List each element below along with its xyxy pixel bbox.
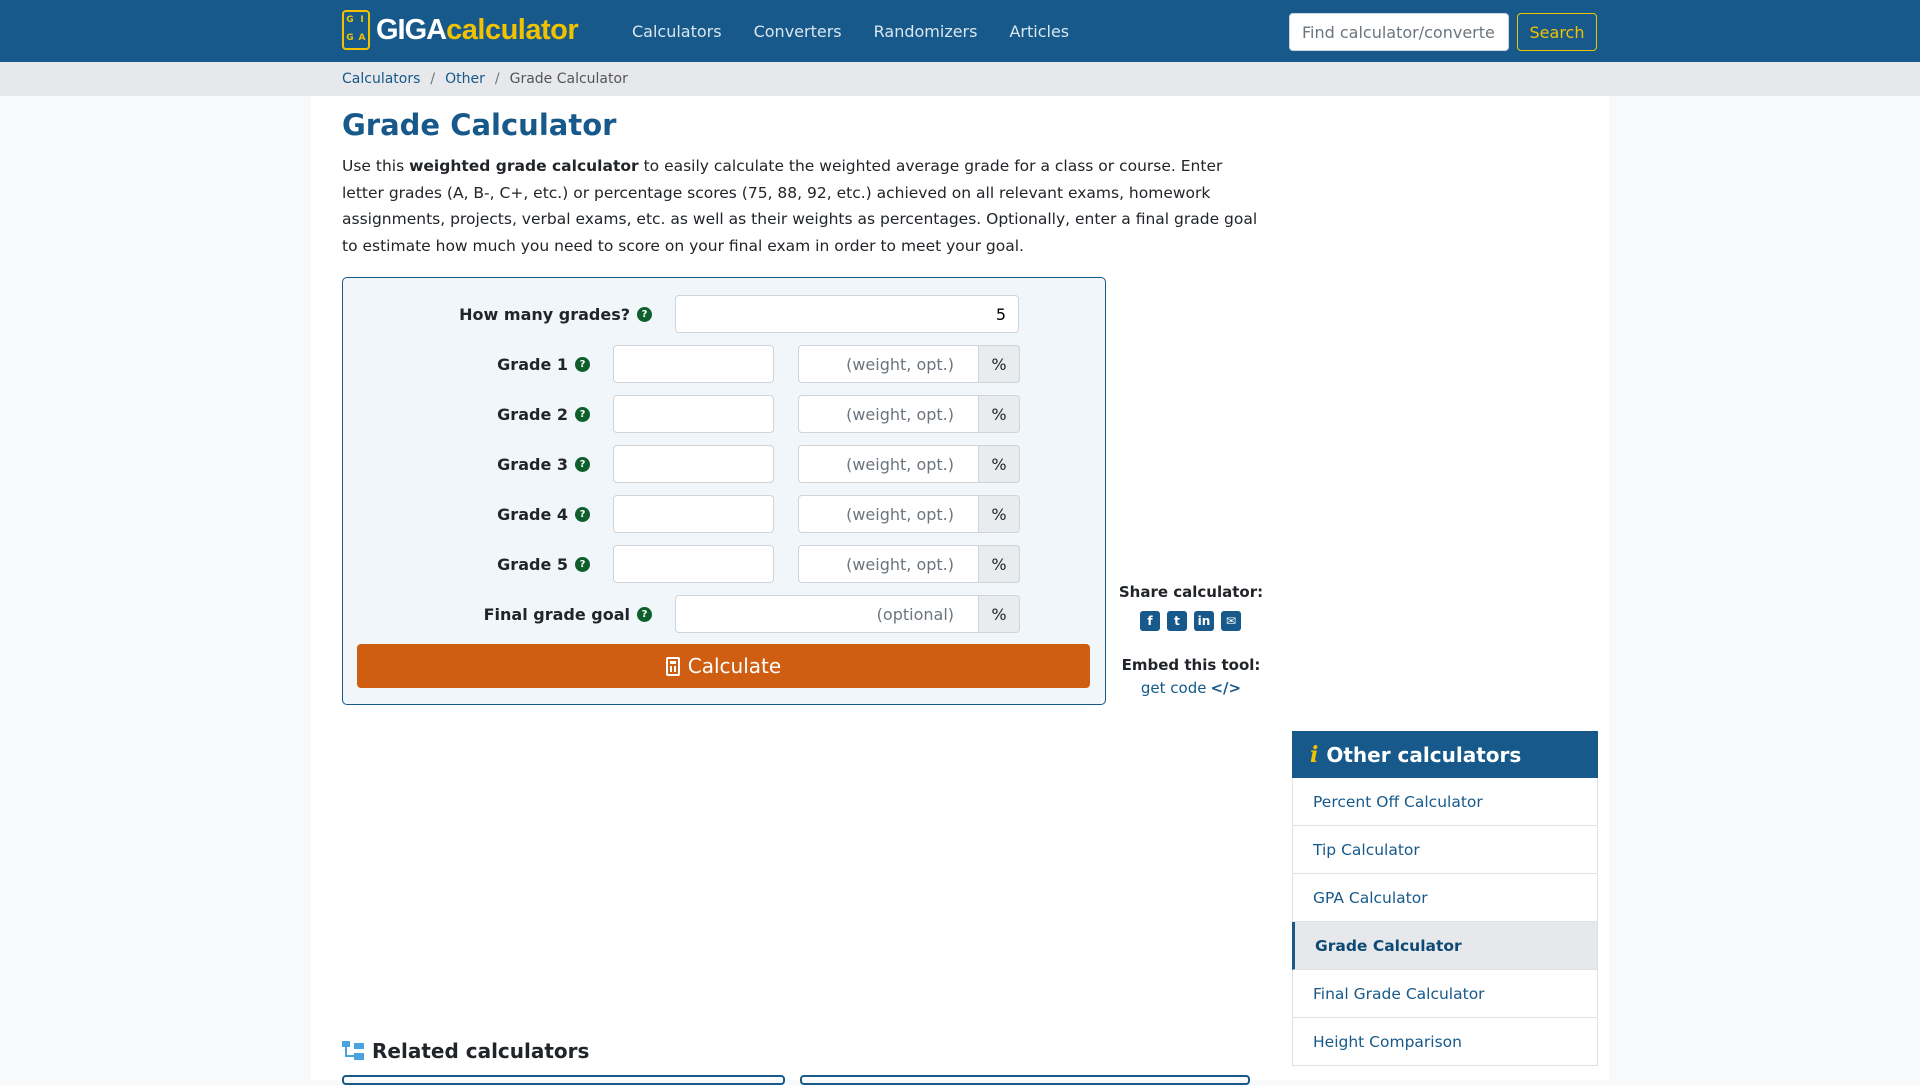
share-label: Share calculator: <box>1118 583 1264 601</box>
logo-letter: A <box>358 33 366 43</box>
grade-5-weight-input[interactable] <box>798 545 979 583</box>
other-calculators-list: Percent Off Calculator Tip Calculator GP… <box>1292 778 1598 1066</box>
grade-count-input[interactable] <box>675 295 1019 333</box>
top-navbar: G I G A GIGA calculator Calculators Conve… <box>0 0 1920 62</box>
grade-5-label: Grade 5 ? <box>497 545 590 583</box>
logo-calculator-icon: G I G A <box>342 10 370 50</box>
email-icon[interactable]: ✉ <box>1221 611 1241 631</box>
grade-2-label: Grade 2 ? <box>497 395 590 433</box>
sidebar-item-grade[interactable]: Grade Calculator <box>1292 922 1598 970</box>
grade-2-weight-input[interactable] <box>798 395 979 433</box>
intro-bold-text: weighted grade calculator <box>409 157 639 175</box>
help-icon[interactable]: ? <box>575 406 590 422</box>
get-code-text: get code <box>1140 679 1207 697</box>
help-icon[interactable]: ? <box>575 456 590 472</box>
calculator-icon <box>665 656 680 676</box>
nav-converters[interactable]: Converters <box>754 22 842 41</box>
grade-1-input[interactable] <box>613 345 774 383</box>
other-calculators-title: Other calculators <box>1326 742 1522 767</box>
calculator-form: How many grades? ? Grade 1 ? % Grade 2 ?… <box>342 277 1106 705</box>
logo-letter: G <box>346 15 354 25</box>
grade-label-text: Grade 5 <box>497 554 568 574</box>
intro-text: Use this <box>342 157 410 175</box>
share-icons: f t in ✉ <box>1140 611 1241 631</box>
search-input[interactable] <box>1289 13 1509 51</box>
help-icon[interactable]: ? <box>637 306 652 322</box>
linkedin-icon[interactable]: in <box>1194 611 1214 631</box>
calculate-label: Calculate <box>687 654 782 678</box>
grade-label-text: Grade 1 <box>497 354 568 374</box>
grade-2-input[interactable] <box>613 395 774 433</box>
grade-1-weight-input[interactable] <box>798 345 979 383</box>
grade-label-text: Grade 2 <box>497 404 568 424</box>
related-calculators-heading: Related calculators <box>342 1039 589 1063</box>
logo-letter: I <box>360 15 364 25</box>
grade-5-input[interactable] <box>613 545 774 583</box>
sitemap-icon <box>342 1041 364 1061</box>
breadcrumb-bar: Calculators / Other / Grade Calculator <box>0 62 1920 96</box>
sidebar-item-height-comparison[interactable]: Height Comparison <box>1292 1018 1598 1066</box>
search-button[interactable]: Search <box>1517 13 1597 51</box>
breadcrumb-separator: / <box>430 71 436 87</box>
grade-count-label: How many grades? ? <box>459 295 652 333</box>
related-calculators-title: Related calculators <box>372 1039 590 1063</box>
grade-label-text: Grade 3 <box>497 454 568 474</box>
related-card[interactable] <box>800 1075 1250 1085</box>
calculate-button[interactable]: Calculate <box>357 644 1090 688</box>
percent-addon: % <box>979 345 1020 383</box>
breadcrumb: Calculators / Other / Grade Calculator <box>342 62 628 96</box>
nav-calculators[interactable]: Calculators <box>632 22 722 41</box>
grade-4-input[interactable] <box>613 495 774 533</box>
grade-4-label: Grade 4 ? <box>497 495 590 533</box>
percent-addon: % <box>979 545 1020 583</box>
percent-addon: % <box>979 495 1020 533</box>
embed-label: Embed this tool: <box>1121 656 1261 674</box>
logo-giga-text: GIGA <box>376 13 447 46</box>
twitter-icon[interactable]: t <box>1167 611 1187 631</box>
facebook-icon[interactable]: f <box>1140 611 1160 631</box>
page-intro: Use this weighted grade calculator to ea… <box>342 153 1267 259</box>
other-calculators-header: i Other calculators <box>1292 731 1598 778</box>
grade-3-label: Grade 3 ? <box>497 445 590 483</box>
percent-addon: % <box>979 445 1020 483</box>
sidebar-item-tip[interactable]: Tip Calculator <box>1292 826 1598 874</box>
help-icon[interactable]: ? <box>637 606 652 622</box>
get-code-link[interactable]: get code </> <box>1116 679 1266 697</box>
site-logo[interactable]: G I G A GIGA calculator <box>342 9 579 51</box>
sidebar-item-gpa[interactable]: GPA Calculator <box>1292 874 1598 922</box>
final-goal-input[interactable] <box>675 595 979 633</box>
nav-randomizers[interactable]: Randomizers <box>874 22 978 41</box>
percent-addon: % <box>979 595 1020 633</box>
nav-articles[interactable]: Articles <box>1009 22 1069 41</box>
final-goal-label: Final grade goal ? <box>484 595 652 633</box>
help-icon[interactable]: ? <box>575 356 590 372</box>
info-icon: i <box>1310 741 1319 768</box>
grade-1-label: Grade 1 ? <box>497 345 590 383</box>
grade-3-weight-input[interactable] <box>798 445 979 483</box>
code-icon: </> <box>1210 679 1242 697</box>
grade-label-text: Grade 4 <box>497 504 568 524</box>
logo-letter: G <box>346 33 354 43</box>
help-icon[interactable]: ? <box>575 506 590 522</box>
breadcrumb-separator: / <box>494 71 500 87</box>
grade-4-weight-input[interactable] <box>798 495 979 533</box>
help-icon[interactable]: ? <box>575 556 590 572</box>
page-title: Grade Calculator <box>342 108 617 142</box>
main-nav: Calculators Converters Randomizers Artic… <box>632 0 1101 62</box>
final-goal-label-text: Final grade goal <box>483 604 630 624</box>
sidebar-item-final-grade[interactable]: Final Grade Calculator <box>1292 970 1598 1018</box>
percent-addon: % <box>979 395 1020 433</box>
breadcrumb-calculators[interactable]: Calculators <box>342 71 420 87</box>
breadcrumb-other[interactable]: Other <box>445 71 485 87</box>
grade-count-label-text: How many grades? <box>459 304 630 324</box>
logo-calculator-text: calculator <box>446 13 579 46</box>
related-card[interactable] <box>342 1075 785 1085</box>
sidebar-item-percent-off[interactable]: Percent Off Calculator <box>1292 778 1598 826</box>
breadcrumb-current: Grade Calculator <box>509 71 628 87</box>
grade-3-input[interactable] <box>613 445 774 483</box>
